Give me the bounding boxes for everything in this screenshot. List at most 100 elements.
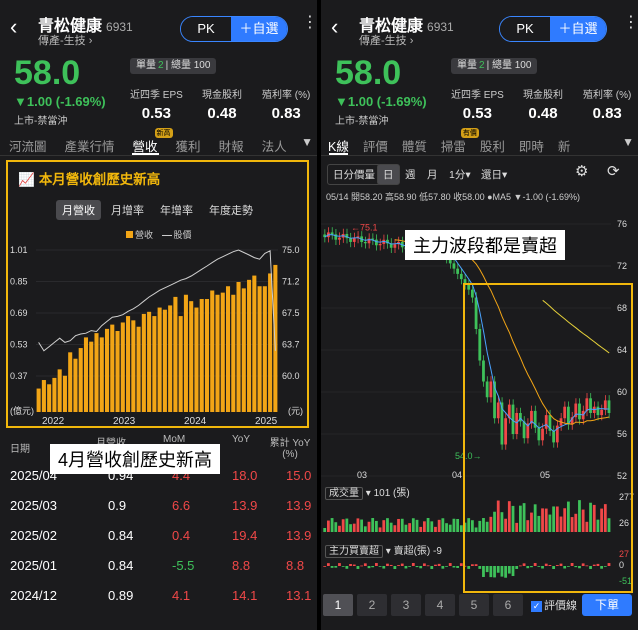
- rotate-icon[interactable]: ⟳: [607, 162, 620, 180]
- tab-valuation[interactable]: 評價: [356, 130, 395, 155]
- table-row[interactable]: 2025/02 0.84 0.4 19.4 13.9: [0, 528, 317, 558]
- more-icon[interactable]: ⋮: [302, 12, 317, 32]
- tab-scan[interactable]: 掃雷 有價: [434, 128, 479, 155]
- table-row[interactable]: 2024/12 0.89 4.1 14.1 13.1: [0, 588, 317, 618]
- stat-yield: 殖利率 (%) 0.83: [262, 86, 310, 122]
- page-2[interactable]: 2: [357, 594, 387, 616]
- table-row[interactable]: 2025/01 0.84 -5.5 8.8 8.8: [0, 558, 317, 588]
- stock-sector[interactable]: 傳產-生技 ›: [38, 32, 92, 48]
- revenue-bar: [241, 288, 246, 412]
- tb-intraday[interactable]: 日分價量: [327, 164, 381, 185]
- tab-kline[interactable]: K線: [321, 130, 356, 155]
- table-row[interactable]: 2025/03 0.9 6.6 13.9 13.9: [0, 498, 317, 528]
- volume-bar: [559, 516, 563, 532]
- candle-body: [515, 413, 519, 434]
- force-bar: [530, 566, 533, 568]
- force-bar: [522, 563, 526, 566]
- cell-date: 2025/01: [10, 558, 57, 573]
- pk-button[interactable]: PK: [500, 17, 550, 41]
- revenue-bar: [62, 375, 67, 412]
- volume-bar: [596, 519, 600, 532]
- valuation-line-checkbox[interactable]: ✓ 評價線: [531, 597, 577, 613]
- candle-body: [470, 289, 474, 298]
- tb-adjust[interactable]: 還日▾: [475, 164, 513, 185]
- pk-button[interactable]: PK: [181, 17, 231, 41]
- chevron-left-icon[interactable]: ‹: [10, 14, 17, 40]
- tb-day[interactable]: 日: [377, 164, 400, 185]
- volume-bar: [441, 518, 445, 532]
- volume-bar: [411, 518, 415, 532]
- gear-icon[interactable]: ⚙: [575, 162, 588, 180]
- stock-price: 58.0: [14, 54, 81, 92]
- volume-bar: [437, 519, 441, 532]
- right-annotation: 主力波段都是賣超: [405, 230, 565, 260]
- price-tick: 64: [617, 345, 627, 355]
- volume-bar: [363, 526, 367, 532]
- candle-body: [456, 268, 460, 274]
- tab-industry[interactable]: 產業行情: [56, 130, 124, 155]
- page-1[interactable]: 1: [323, 594, 353, 616]
- force-bar: [596, 563, 600, 566]
- volume-indicator[interactable]: 成交量 ▾ 101 (張): [325, 484, 410, 500]
- pk-watch-group: PK ＋自選: [180, 16, 288, 42]
- price-change: ▼1.00 (-1.69%): [335, 94, 427, 109]
- tab-dropdown-icon[interactable]: ▼: [622, 135, 634, 149]
- tab-financials[interactable]: 財報: [210, 130, 253, 155]
- y-left-tick: 1.01: [10, 245, 28, 255]
- tab-institutional[interactable]: 法人: [253, 130, 296, 155]
- volume-bar: [566, 501, 570, 532]
- tab-realtime[interactable]: 即時: [512, 130, 551, 155]
- tab-fundamentals[interactable]: 體質: [395, 130, 434, 155]
- force-bar: [400, 563, 404, 566]
- add-watchlist-button[interactable]: ＋自選: [231, 17, 287, 41]
- more-icon[interactable]: ⋮: [623, 12, 638, 32]
- cell-yoy: 18.0: [232, 468, 258, 483]
- candle-body: [338, 237, 341, 240]
- tb-week[interactable]: 週: [399, 164, 422, 185]
- candle-body: [452, 263, 456, 269]
- force-bar: [485, 566, 489, 573]
- volume-bar: [400, 518, 404, 532]
- stock-sector[interactable]: 傳產-生技 ›: [359, 32, 413, 48]
- tb-minute[interactable]: 1分▾: [443, 164, 477, 185]
- add-watchlist-button[interactable]: ＋自選: [550, 17, 606, 41]
- chevron-left-icon[interactable]: ‹: [331, 14, 338, 40]
- force-indicator[interactable]: 主力買賣超 ▾ 賣超(張) -9: [325, 542, 442, 558]
- right-panel: ‹ 青松健康 6931 傳產-生技 › PK ＋自選 ⋮ 58.0 單量 2 | 總量…: [321, 0, 638, 630]
- tab-news[interactable]: 新: [551, 130, 578, 155]
- tab-dropdown-icon[interactable]: ▼: [301, 135, 313, 149]
- cell-cum: 13.9: [286, 498, 312, 513]
- y-right-unit: (元): [288, 406, 303, 416]
- force-bar: [441, 566, 445, 569]
- page-6[interactable]: 6: [493, 594, 523, 616]
- volume-bar: [585, 521, 589, 532]
- candle-body: [585, 398, 589, 411]
- page-5[interactable]: 5: [459, 594, 489, 616]
- page-3[interactable]: 3: [391, 594, 421, 616]
- candle-body: [459, 273, 463, 280]
- price-change: ▼1.00 (-1.69%): [14, 94, 106, 109]
- tab-revenue[interactable]: 營收 新高: [124, 128, 173, 155]
- volume-bar: [522, 503, 526, 532]
- revenue-bar: [68, 352, 73, 412]
- volume-bar: [330, 518, 334, 532]
- tab-profit[interactable]: 獲利: [167, 130, 210, 155]
- volume-summary: 單量 2 | 總量 100: [451, 58, 538, 74]
- y-left-unit: (億元): [10, 405, 34, 416]
- tb-month[interactable]: 月: [421, 164, 444, 185]
- force-bar: [415, 566, 419, 568]
- order-button[interactable]: 下單: [582, 594, 632, 616]
- force-bar: [603, 566, 607, 567]
- tab-river[interactable]: 河流圖: [0, 130, 56, 155]
- stat-label: 近四季 EPS: [451, 90, 504, 101]
- stat-value: 0.48: [528, 105, 558, 122]
- tab-dividend[interactable]: 股利: [473, 130, 512, 155]
- revenue-bar: [157, 307, 162, 412]
- price-tick: 68: [617, 303, 627, 313]
- volume-bar: [393, 525, 397, 532]
- x-tick: 04: [452, 470, 462, 480]
- cell-date: 2024/12: [10, 588, 57, 603]
- candle-body: [563, 406, 567, 419]
- page-4[interactable]: 4: [425, 594, 455, 616]
- revenue-bar: [152, 316, 157, 412]
